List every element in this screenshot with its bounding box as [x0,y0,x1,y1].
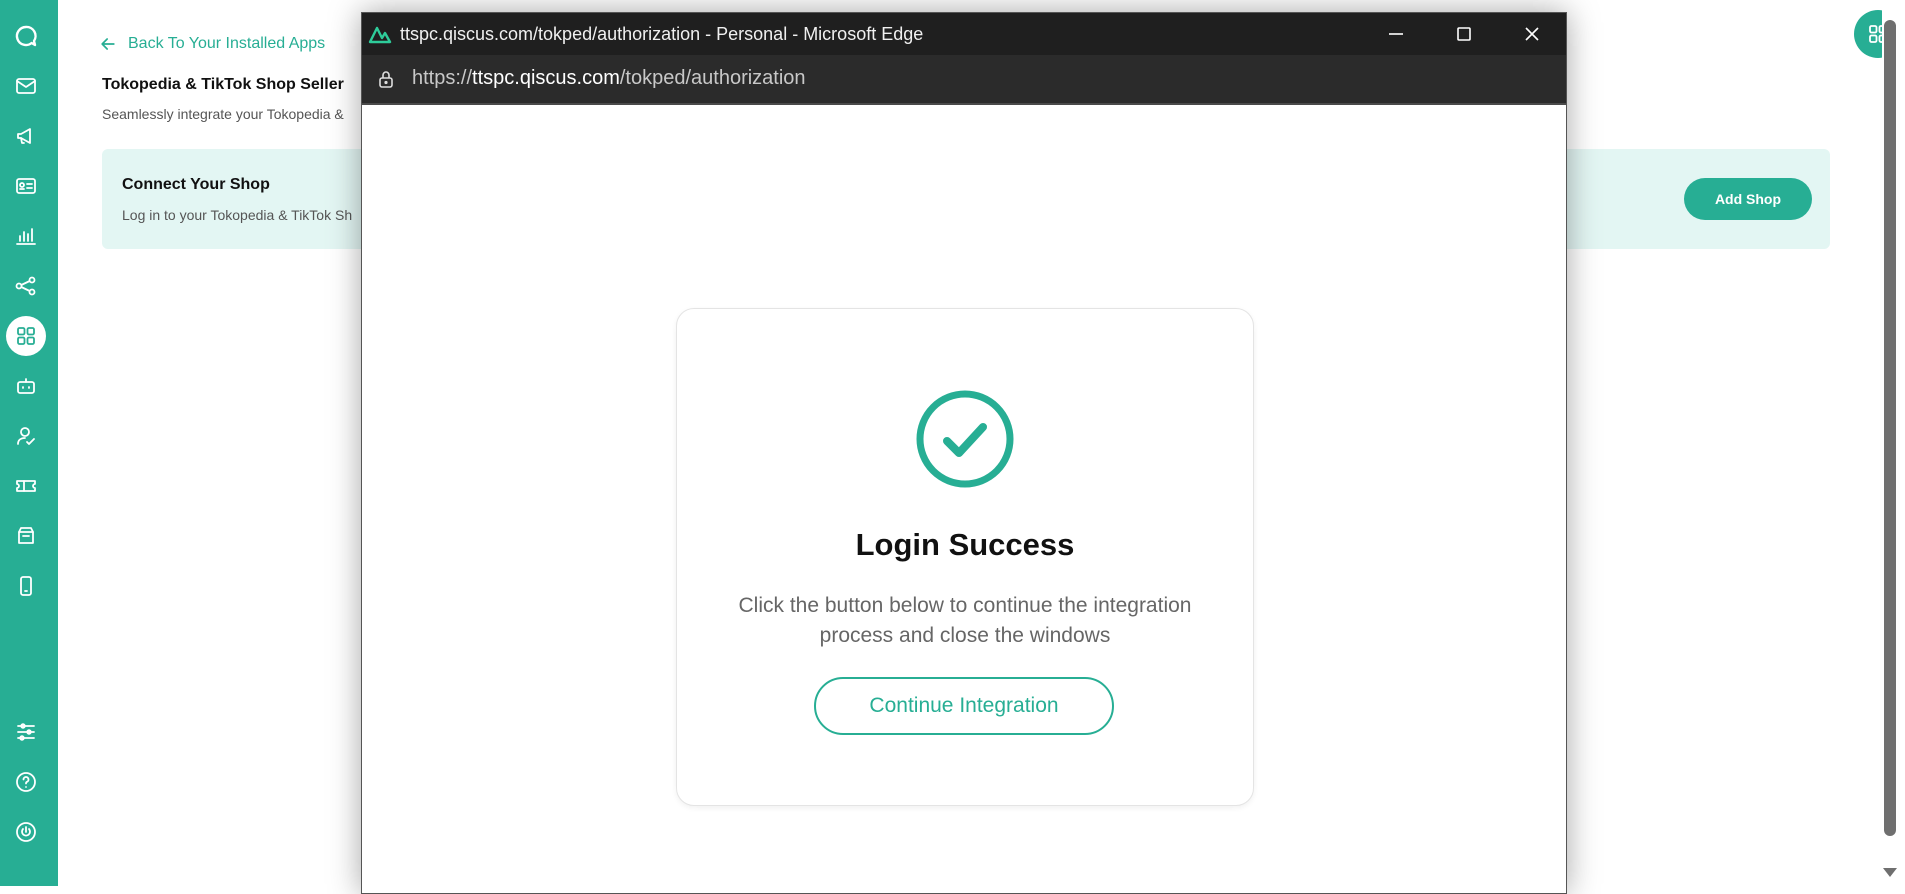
maximize-icon [1457,27,1471,41]
url-path: /tokped/authorization [619,67,806,89]
inbox-icon[interactable] [6,66,46,106]
window-titlebar: ttspc.qiscus.com/tokped/authorization - … [362,13,1566,55]
mobile-icon[interactable] [6,566,46,606]
address-bar[interactable]: https://ttspc.qiscus.com/tokped/authoriz… [362,55,1566,105]
share-icon[interactable] [6,266,46,306]
add-shop-button[interactable]: Add Shop [1684,178,1812,220]
app-title: Tokopedia & TikTok Shop Seller [102,76,344,93]
minimize-icon [1389,33,1403,35]
arrow-left-icon [101,38,115,50]
analytics-icon[interactable] [6,216,46,256]
close-button[interactable] [1502,13,1562,55]
apps-icon[interactable] [6,316,46,356]
help-icon[interactable] [6,762,46,802]
url-text: https://ttspc.qiscus.com/tokped/authoriz… [412,67,806,90]
url-scheme: https:// [412,67,473,89]
continue-integration-button[interactable]: Continue Integration [814,677,1114,735]
check-circle-icon [916,390,1014,488]
success-title: Login Success [855,527,1075,562]
sidebar [0,0,58,886]
window-title: ttspc.qiscus.com/tokped/authorization - … [400,24,924,44]
ticket-icon[interactable] [6,466,46,506]
lock-icon[interactable] [376,69,396,89]
settings-sliders-icon[interactable] [6,712,46,752]
qiscus-logo-icon [368,26,392,44]
app-description: Seamlessly integrate your Tokopedia & [102,106,344,122]
power-icon[interactable] [6,812,46,852]
success-description: Click the button below to continue the i… [738,594,1192,647]
connect-shop-title: Connect Your Shop [122,176,270,193]
chat-logo-icon[interactable] [6,16,46,56]
bot-icon[interactable] [6,366,46,406]
archive-icon[interactable] [6,516,46,556]
maximize-button[interactable] [1434,13,1494,55]
login-success-card: Login Success Click the button below to … [676,308,1254,806]
connect-shop-description: Log in to your Tokopedia & TikTok Sh [122,207,353,223]
minimize-button[interactable] [1366,13,1426,55]
back-link-label: Back To Your Installed Apps [128,35,326,52]
edge-popup-window: ttspc.qiscus.com/tokped/authorization - … [361,12,1567,894]
close-icon [1525,27,1539,41]
contact-card-icon[interactable] [6,166,46,206]
megaphone-icon[interactable] [6,116,46,156]
url-host: ttspc.qiscus.com [472,67,620,89]
scrollbar-thumb[interactable] [1884,20,1896,836]
scroll-down-arrow-icon[interactable] [1883,868,1897,877]
back-link[interactable]: Back To Your Installed Apps [98,34,325,54]
agent-icon[interactable] [6,416,46,456]
